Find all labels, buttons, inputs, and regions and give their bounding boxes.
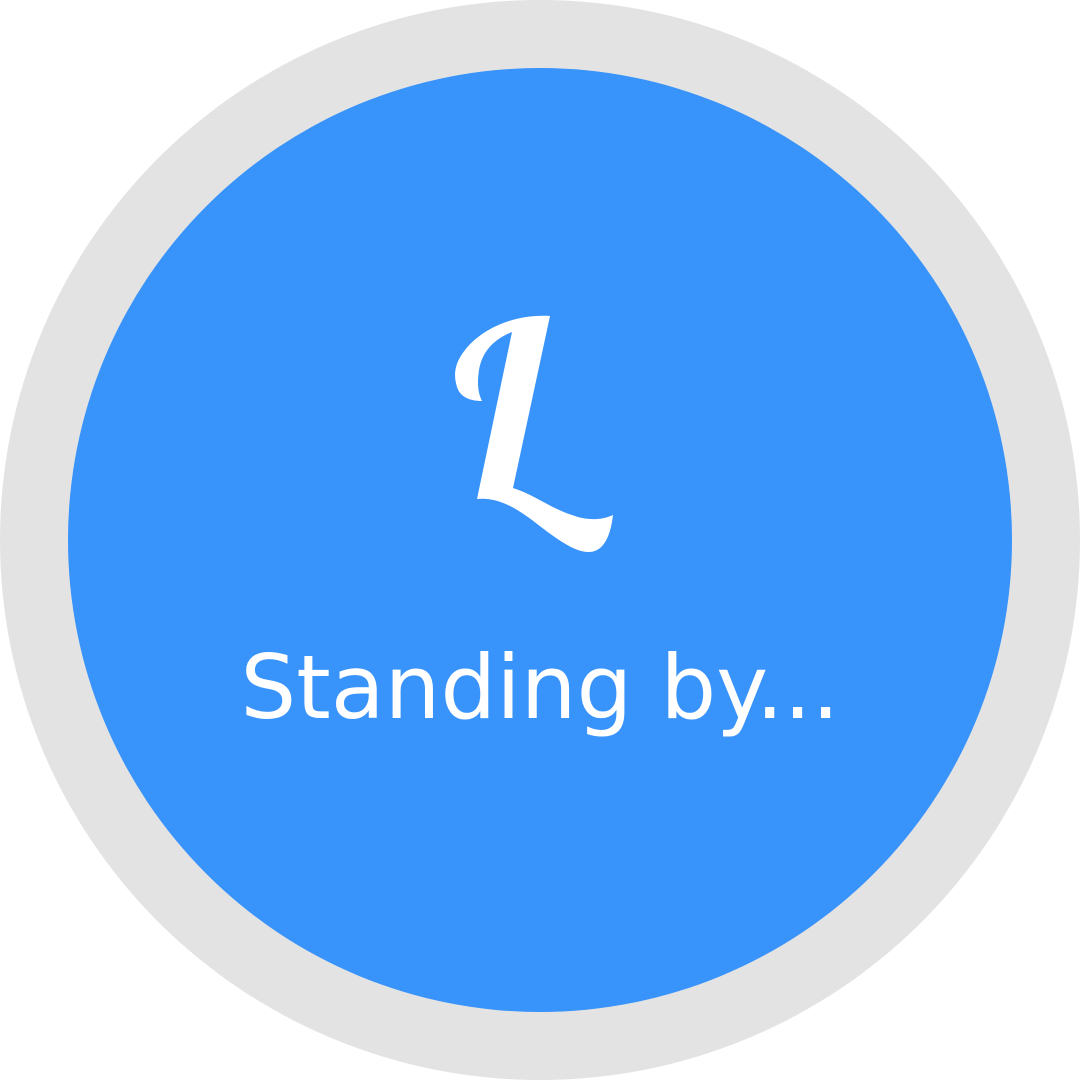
script-letter-l-glyph xyxy=(455,315,613,553)
standby-screen: Standing by... xyxy=(0,0,1080,1080)
script-letter-l-icon xyxy=(440,305,630,565)
status-label: Standing by... xyxy=(240,636,840,739)
